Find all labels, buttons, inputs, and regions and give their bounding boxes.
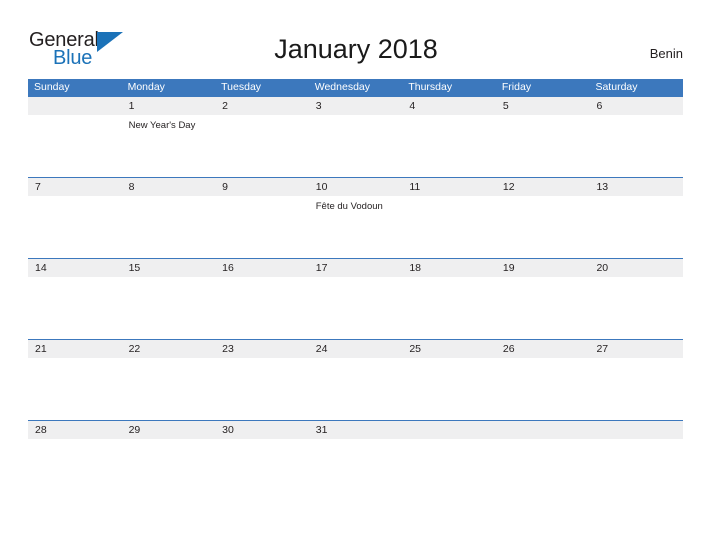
page-title: January 2018 [274, 34, 438, 64]
event-text [496, 115, 590, 177]
date-number[interactable]: 21 [28, 340, 122, 358]
event-text: Fête du Vodoun [315, 201, 383, 212]
date-number[interactable]: 6 [589, 97, 683, 115]
event-text [402, 358, 496, 420]
event-row: New Year's Day [28, 115, 683, 177]
event-text [122, 439, 216, 501]
date-number[interactable]: 19 [496, 259, 590, 277]
date-number[interactable]: 27 [589, 340, 683, 358]
date-number[interactable] [402, 421, 496, 439]
date-number[interactable]: 9 [215, 178, 309, 196]
event-text [122, 196, 216, 258]
event-text [402, 439, 496, 501]
weekday-sunday: Sunday [34, 81, 70, 93]
date-number[interactable]: 22 [122, 340, 216, 358]
date-row: 1 2 3 4 5 6 [28, 97, 683, 115]
event-text [122, 277, 216, 339]
calendar-week-5: 28 29 30 31 [28, 420, 683, 501]
event-text [28, 277, 122, 339]
date-number[interactable]: 7 [28, 178, 122, 196]
date-number[interactable]: 2 [215, 97, 309, 115]
event-text [589, 358, 683, 420]
calendar-week-2: 7 8 9 10 11 12 13 Fête du Vodoun [28, 177, 683, 258]
event-text [589, 439, 683, 501]
date-number[interactable]: 16 [215, 259, 309, 277]
date-number[interactable]: 17 [309, 259, 403, 277]
date-number[interactable]: 31 [309, 421, 403, 439]
date-number[interactable]: 8 [122, 178, 216, 196]
date-number[interactable]: 28 [28, 421, 122, 439]
event-text [589, 196, 683, 258]
event-text [589, 115, 683, 177]
country-label: Benin [649, 46, 683, 61]
event-text [496, 358, 590, 420]
event-text [309, 439, 403, 501]
event-row: Fête du Vodoun [28, 196, 683, 258]
event-text [28, 115, 122, 177]
date-number[interactable]: 10 [309, 178, 403, 196]
event-text [589, 277, 683, 339]
date-number[interactable]: 30 [215, 421, 309, 439]
weekday-saturday: Saturday [595, 81, 638, 93]
date-number[interactable]: 24 [309, 340, 403, 358]
calendar-week-3: 14 15 16 17 18 19 20 [28, 258, 683, 339]
date-row: 28 29 30 31 [28, 421, 683, 439]
date-number[interactable]: 3 [309, 97, 403, 115]
event-text [402, 277, 496, 339]
date-number[interactable]: 4 [402, 97, 496, 115]
weekday-wednesday: Wednesday [314, 81, 370, 93]
event-row [28, 358, 683, 420]
event-text [215, 358, 309, 420]
date-number[interactable] [589, 421, 683, 439]
weekday-monday: Monday [127, 81, 165, 93]
date-number[interactable]: 12 [496, 178, 590, 196]
date-number[interactable]: 20 [589, 259, 683, 277]
date-number[interactable]: 1 [122, 97, 216, 115]
date-number[interactable]: 11 [402, 178, 496, 196]
date-number[interactable]: 5 [496, 97, 590, 115]
event-text [496, 196, 590, 258]
calendar-week-1: 1 2 3 4 5 6 New Year's Day [28, 96, 683, 177]
date-number[interactable]: 23 [215, 340, 309, 358]
event-text: New Year's Day [128, 120, 196, 131]
weekday-thursday: Thursday [408, 81, 453, 93]
date-row: 14 15 16 17 18 19 20 [28, 259, 683, 277]
event-text [496, 277, 590, 339]
weekday-tuesday: Tuesday [221, 81, 262, 93]
event-text [402, 115, 496, 177]
event-text [309, 277, 403, 339]
date-number[interactable]: 13 [589, 178, 683, 196]
event-text [122, 358, 216, 420]
event-text [215, 277, 309, 339]
calendar-page: General Blue January 2018 Benin Sunday M… [0, 0, 712, 550]
event-text [28, 439, 122, 501]
date-row: 21 22 23 24 25 26 27 [28, 340, 683, 358]
event-text [496, 439, 590, 501]
date-number[interactable] [496, 421, 590, 439]
date-number[interactable] [28, 97, 122, 115]
calendar-grid: Sunday Monday Tuesday Wednesday Thursday… [28, 79, 683, 501]
event-text [215, 196, 309, 258]
event-text [402, 196, 496, 258]
event-text [309, 115, 403, 177]
event-text [309, 358, 403, 420]
page-header: General Blue January 2018 Benin [0, 0, 712, 76]
event-text [28, 358, 122, 420]
date-number[interactable]: 29 [122, 421, 216, 439]
date-number[interactable]: 18 [402, 259, 496, 277]
date-number[interactable]: 14 [28, 259, 122, 277]
date-row: 7 8 9 10 11 12 13 [28, 178, 683, 196]
weekday-friday: Friday [501, 81, 532, 93]
weekday-header-row: Sunday Monday Tuesday Wednesday Thursday… [28, 79, 683, 96]
date-number[interactable]: 15 [122, 259, 216, 277]
event-text [28, 196, 122, 258]
calendar-week-4: 21 22 23 24 25 26 27 [28, 339, 683, 420]
date-number[interactable]: 26 [496, 340, 590, 358]
event-row [28, 277, 683, 339]
event-text [215, 115, 309, 177]
event-text [215, 439, 309, 501]
date-number[interactable]: 25 [402, 340, 496, 358]
event-row [28, 439, 683, 501]
